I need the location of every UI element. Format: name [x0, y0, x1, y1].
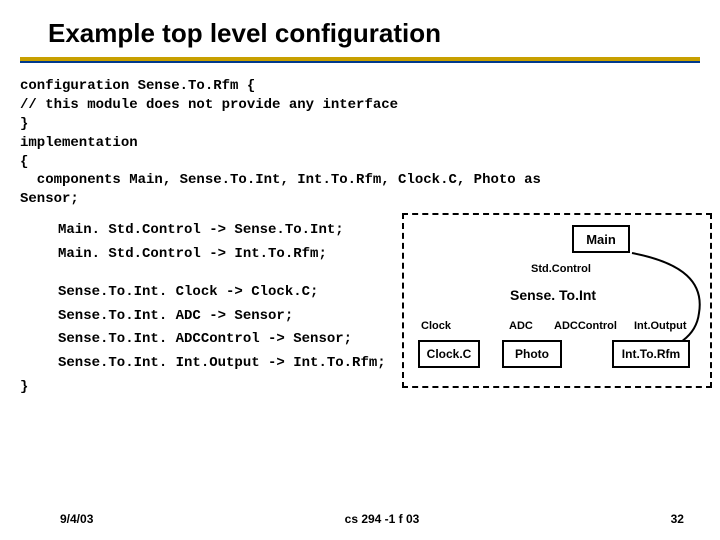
slide-title: Example top level configuration	[0, 0, 720, 55]
code-line: components Main, Sense.To.Int, Int.To.Rf…	[20, 172, 541, 188]
code-block-top: configuration Sense.To.Rfm { // this mod…	[0, 63, 720, 209]
lower-section: Main. Std.Control -> Sense.To.Int; Main. …	[0, 209, 720, 397]
footer-page-number: 32	[671, 512, 684, 526]
code-line: implementation	[20, 135, 138, 151]
code-line: }	[20, 116, 28, 132]
code-line: // this module does not provide any inte…	[20, 97, 398, 113]
code-line: Main. Std.Control -> Sense.To.Int;	[58, 222, 344, 238]
footer-course: cs 294 -1 f 03	[345, 512, 420, 526]
inttorfm-box: Int.To.Rfm	[612, 340, 690, 368]
code-line: configuration Sense.To.Rfm {	[20, 78, 255, 94]
clockc-box: Clock.C	[418, 340, 480, 368]
adc-label: ADC	[509, 320, 533, 332]
code-line: Sense.To.Int. Int.Output -> Int.To.Rfm;	[58, 355, 386, 371]
code-line: Sense.To.Int. ADCControl -> Sensor;	[58, 331, 352, 347]
code-line: }	[20, 379, 28, 395]
photo-box: Photo	[502, 340, 562, 368]
footer-date: 9/4/03	[60, 512, 93, 526]
stdcontrol-label: Std.Control	[531, 263, 591, 275]
code-line: Main. Std.Control -> Int.To.Rfm;	[58, 246, 327, 262]
component-diagram: Main Std.Control Sense. To.Int Clock ADC…	[402, 213, 712, 388]
code-line: Sensor;	[20, 191, 79, 207]
intoutput-label: Int.Output	[634, 320, 687, 332]
code-block-left: Main. Std.Control -> Sense.To.Int; Main. …	[20, 219, 398, 397]
code-line: Sense.To.Int. ADC -> Sensor;	[58, 308, 293, 324]
code-line: {	[20, 154, 28, 170]
sensetoint-label: Sense. To.Int	[510, 287, 596, 303]
main-box: Main	[572, 225, 630, 253]
code-line: Sense.To.Int. Clock -> Clock.C;	[58, 284, 318, 300]
adccontrol-label: ADCControl	[554, 320, 617, 332]
clock-label: Clock	[421, 320, 451, 332]
slide-footer: 9/4/03 cs 294 -1 f 03 32	[0, 512, 720, 526]
